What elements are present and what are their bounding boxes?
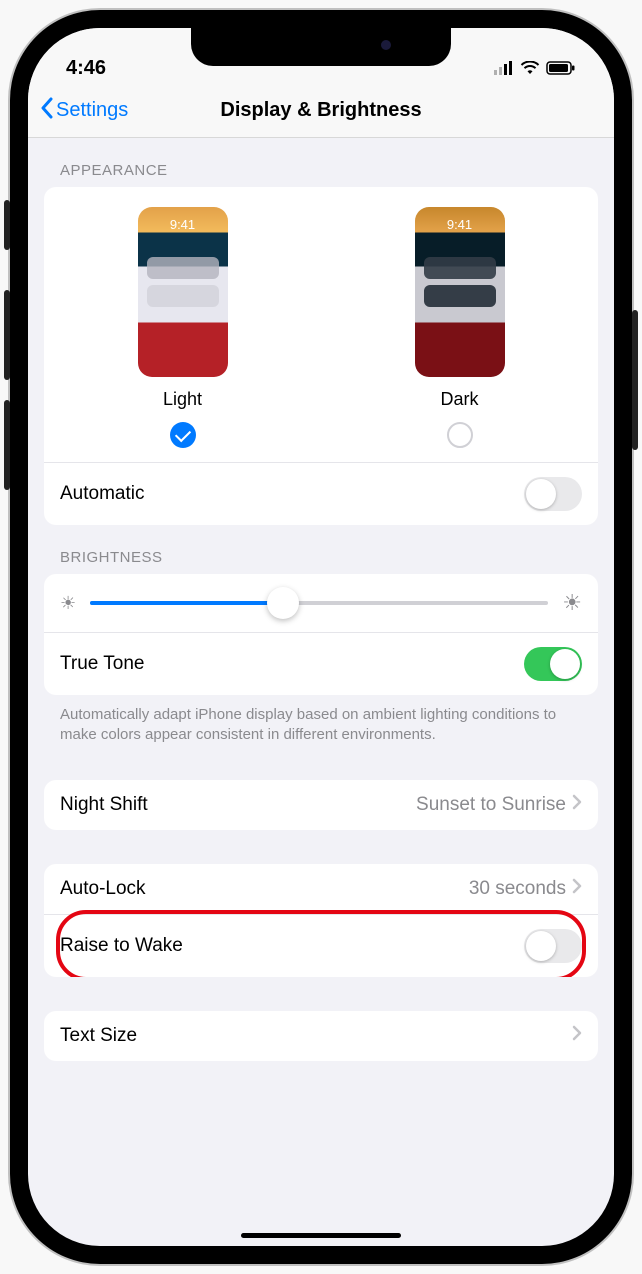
text-size-label: Text Size [60,1025,137,1047]
cellular-icon [494,61,514,80]
chevron-left-icon [40,97,54,125]
volume-down-button [4,400,10,490]
appearance-light-option[interactable]: 9:41 Light [138,207,228,448]
raise-to-wake-toggle[interactable] [524,929,582,963]
chevron-right-icon [572,878,582,900]
back-label: Settings [56,99,128,122]
auto-lock-label: Auto-Lock [60,878,146,900]
appearance-dark-option[interactable]: 9:41 Dark [415,207,505,448]
wifi-icon [520,61,540,80]
light-label: Light [163,389,202,410]
back-button[interactable]: Settings [40,97,128,125]
night-shift-value: Sunset to Sunrise [416,794,566,816]
true-tone-footer: Automatically adapt iPhone display based… [44,695,598,746]
sun-max-icon: ☀︎ [562,592,582,614]
true-tone-label: True Tone [60,653,145,675]
dark-preview: 9:41 [415,207,505,377]
lock-group: Auto-Lock 30 seconds Raise to Wake [44,864,598,977]
night-shift-label: Night Shift [60,794,148,816]
nav-bar: Settings Display & Brightness [28,84,614,138]
device-frame: 4:46 [10,10,632,1264]
text-group: Text Size [44,1011,598,1061]
chevron-right-icon [572,1025,582,1047]
light-preview: 9:41 [138,207,228,377]
side-button [632,310,638,450]
raise-to-wake-row[interactable]: Raise to Wake [44,914,598,977]
brightness-slider[interactable] [90,601,548,605]
dark-label: Dark [440,389,478,410]
auto-lock-row[interactable]: Auto-Lock 30 seconds [44,864,598,914]
brightness-header: Brightness [44,525,598,574]
mute-switch [4,200,10,250]
text-size-row[interactable]: Text Size [44,1011,598,1061]
brightness-group: ☀︎ ☀︎ True Tone [44,574,598,695]
night-shift-row[interactable]: Night Shift Sunset to Sunrise [44,780,598,830]
appearance-options: 9:41 Light 9:41 Dark [44,187,598,462]
sun-min-icon: ☀︎ [60,594,76,612]
dark-radio[interactable] [447,422,473,448]
appearance-group: 9:41 Light 9:41 Dark [44,187,598,525]
true-tone-row[interactable]: True Tone [44,632,598,695]
true-tone-toggle[interactable] [524,647,582,681]
night-shift-group: Night Shift Sunset to Sunrise [44,780,598,830]
screen: 4:46 [28,28,614,1246]
content: Appearance 9:41 Light 9:41 [28,138,614,1246]
volume-up-button [4,290,10,380]
light-radio[interactable] [170,422,196,448]
battery-icon [546,61,576,80]
brightness-slider-row: ☀︎ ☀︎ [44,574,598,632]
auto-lock-value: 30 seconds [469,878,566,900]
appearance-header: Appearance [44,138,598,187]
notch [191,28,451,66]
automatic-row[interactable]: Automatic [44,462,598,525]
chevron-right-icon [572,794,582,816]
automatic-toggle[interactable] [524,477,582,511]
raise-to-wake-label: Raise to Wake [60,935,183,957]
home-indicator[interactable] [241,1233,401,1238]
status-time: 4:46 [66,57,106,80]
automatic-label: Automatic [60,483,144,505]
